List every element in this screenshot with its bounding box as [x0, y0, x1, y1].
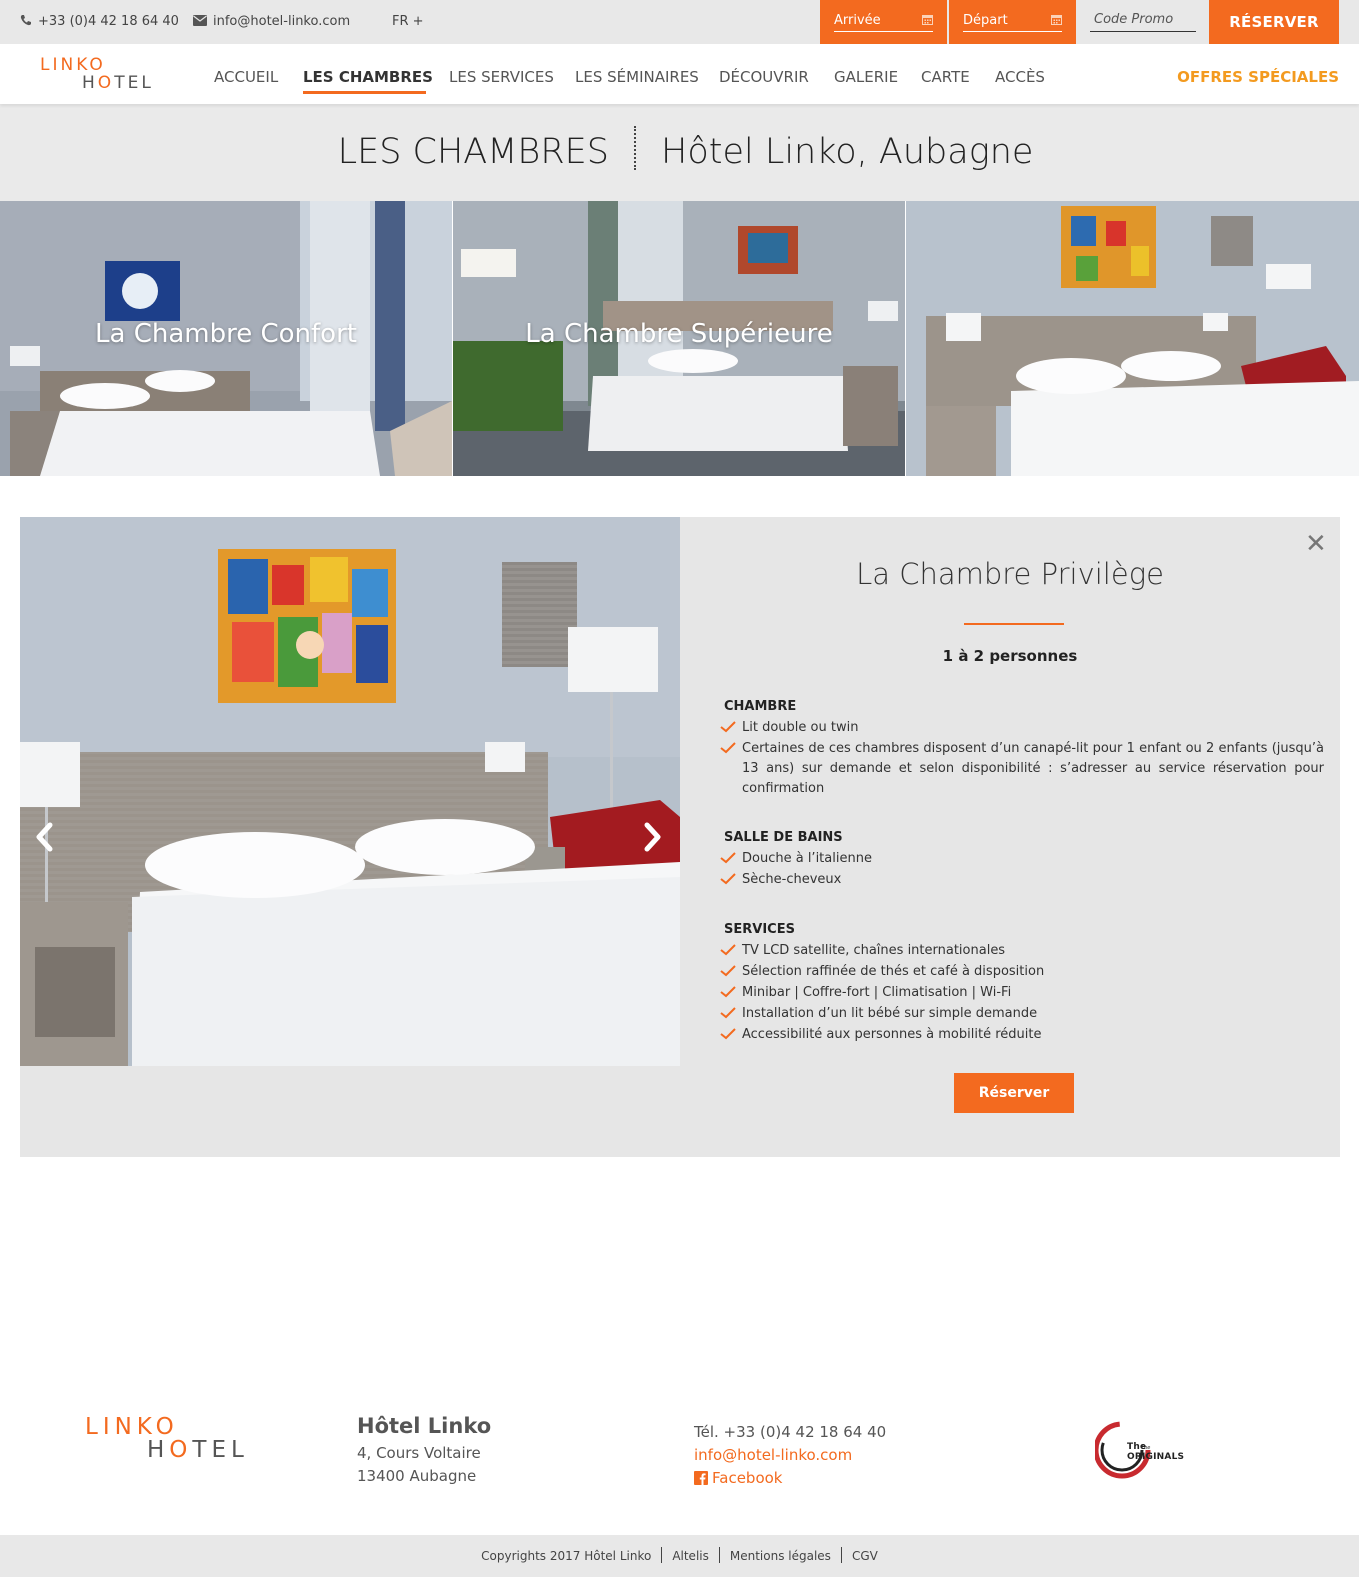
- check-icon: [720, 944, 736, 956]
- room-reserve-button[interactable]: Réserver: [954, 1073, 1074, 1113]
- feature-item: Sèche-cheveux: [720, 870, 1324, 890]
- nav-carte[interactable]: CARTE: [921, 68, 970, 86]
- facebook-icon: [694, 1471, 708, 1485]
- calendar-icon: [922, 15, 933, 25]
- cgv-link[interactable]: CGV: [852, 1549, 878, 1563]
- nav-galerie[interactable]: GALERIE: [834, 68, 898, 86]
- check-icon: [720, 1007, 736, 1019]
- language-selector[interactable]: FR +: [392, 14, 424, 29]
- altelis-link[interactable]: Altelis: [672, 1549, 709, 1563]
- footer-email-link[interactable]: info@hotel-linko.com: [694, 1446, 852, 1464]
- room-capacity: 1 à 2 personnes: [942, 647, 1078, 665]
- footer-logo[interactable]: LINKO HOTEL: [85, 1416, 249, 1462]
- feature-item: Minibar | Coffre-fort | Climatisation | …: [720, 983, 1324, 1003]
- section-heading-salle-de-bains: SALLE DE BAINS: [724, 830, 843, 845]
- promo-code-input[interactable]: Code Promo: [1090, 12, 1196, 32]
- departure-date-picker[interactable]: Départ: [949, 0, 1076, 44]
- page-title: LES CHAMBRES: [337, 132, 609, 172]
- room-caption: La Chambre Supérieure: [525, 319, 833, 349]
- footer-phone[interactable]: Tél. +33 (0)4 42 18 64 40: [694, 1423, 886, 1441]
- room-photo: [906, 201, 1359, 476]
- legal-notice-link[interactable]: Mentions légales: [730, 1549, 831, 1563]
- phone-link[interactable]: +33 (0)4 42 18 64 40: [20, 14, 179, 29]
- nav-les-services[interactable]: LES SERVICES: [449, 68, 554, 86]
- feature-item: Installation d’un lit bébé sur simple de…: [720, 1004, 1324, 1024]
- room-title: La Chambre Privilège: [856, 557, 1164, 591]
- check-icon: [720, 852, 736, 864]
- title-divider: [964, 623, 1064, 625]
- arrival-date-picker[interactable]: Arrivée: [820, 0, 947, 44]
- nav-les-chambres[interactable]: LES CHAMBRES: [303, 68, 433, 86]
- feature-item: Lit double ou twin: [720, 718, 1324, 738]
- page-subtitle: Hôtel Linko, Aubagne: [661, 132, 1034, 172]
- reserve-button[interactable]: RÉSERVER: [1209, 0, 1339, 44]
- room-tile-superieure[interactable]: La Chambre Supérieure: [453, 201, 905, 476]
- nav-accueil[interactable]: ACCUEIL: [214, 68, 278, 86]
- page-title-band: LES CHAMBRES Hôtel Linko, Aubagne: [0, 104, 1359, 201]
- room-tile-confort[interactable]: La Chambre Confort: [0, 201, 452, 476]
- hotel-logo[interactable]: LINKO HOTEL: [40, 56, 154, 92]
- feature-item: TV LCD satellite, chaînes internationale…: [720, 941, 1324, 961]
- check-icon: [720, 742, 736, 754]
- phone-icon: [20, 15, 31, 26]
- feature-item: Sélection raffinée de thés et café à dis…: [720, 962, 1324, 982]
- the-originals-logo[interactable]: The The ORIGINALS: [1093, 1417, 1195, 1483]
- special-offers-link[interactable]: OFFRES SPÉCIALES: [1177, 68, 1339, 86]
- envelope-icon: [193, 15, 207, 26]
- feature-item: Certaines de ces chambres disposent d’un…: [720, 739, 1324, 799]
- footer-address-line1: 4, Cours Voltaire: [357, 1444, 481, 1462]
- partner-logo-text: The ORIGINALS: [1127, 1442, 1185, 1462]
- nav-les-seminaires[interactable]: LES SÉMINAIRES: [575, 68, 699, 86]
- title-separator: [634, 126, 636, 170]
- close-icon[interactable]: ✕: [1305, 531, 1327, 557]
- carousel-next-arrow-icon[interactable]: [637, 817, 667, 857]
- active-nav-underline: [303, 91, 426, 94]
- section-heading-services: SERVICES: [724, 922, 795, 937]
- feature-item: Douche à l’italienne: [720, 849, 1324, 869]
- footer-hotel-name: Hôtel Linko: [357, 1414, 492, 1438]
- main-nav: LINKO HOTEL ACCUEIL LES CHAMBRES LES SER…: [0, 44, 1359, 104]
- footer-address-line2: 13400 Aubagne: [357, 1467, 477, 1485]
- check-icon: [720, 986, 736, 998]
- footer-bottom-bar: Copyrights 2017 Hôtel Linko Altelis Mentio…: [0, 1535, 1359, 1577]
- footer-facebook-link[interactable]: Facebook: [694, 1469, 782, 1487]
- room-caption: La Chambre Confort: [95, 319, 357, 349]
- nav-decouvrir[interactable]: DÉCOUVRIR: [719, 68, 809, 86]
- check-icon: [720, 873, 736, 885]
- check-icon: [720, 721, 736, 733]
- arrival-field[interactable]: Arrivée: [834, 12, 933, 32]
- section-heading-chambre: CHAMBRE: [724, 699, 797, 714]
- calendar-icon: [1051, 15, 1062, 25]
- departure-field[interactable]: Départ: [963, 12, 1062, 32]
- check-icon: [720, 965, 736, 977]
- email-link[interactable]: info@hotel-linko.com: [193, 14, 350, 29]
- copyright-text: Copyrights 2017 Hôtel Linko: [481, 1549, 652, 1563]
- top-bar: +33 (0)4 42 18 64 40 info@hotel-linko.co…: [0, 0, 1359, 44]
- room-detail-panel: ✕ La Chambre Privilège 1 à 2 personnes C…: [20, 517, 1340, 1157]
- nav-acces[interactable]: ACCÈS: [995, 68, 1045, 86]
- room-photo: [20, 517, 680, 1066]
- room-photo-carousel[interactable]: [20, 517, 680, 1066]
- carousel-prev-arrow-icon[interactable]: [30, 817, 60, 857]
- feature-item: Accessibilité aux personnes à mobilité r…: [720, 1025, 1324, 1045]
- check-icon: [720, 1028, 736, 1040]
- room-tile-privilege[interactable]: [906, 201, 1359, 476]
